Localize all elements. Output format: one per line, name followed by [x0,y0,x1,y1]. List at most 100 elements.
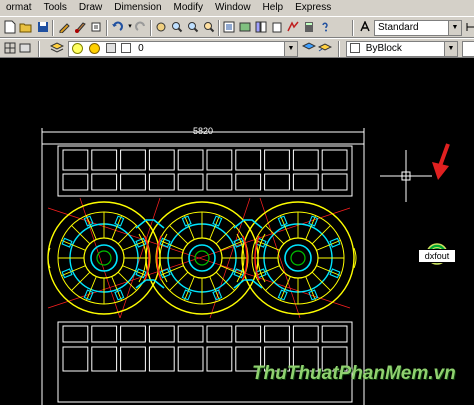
design-center-icon[interactable] [238,20,252,34]
layer-manager-icon[interactable] [50,41,64,55]
menu-tools[interactable]: Tools [38,0,73,16]
toolbar-separator [218,20,220,36]
save-icon[interactable] [36,20,50,34]
top-panel-cell [91,173,118,191]
toolbar-separator [150,20,152,36]
layer-previous-icon[interactable] [318,41,332,55]
rosette-center [194,250,210,266]
text-style-value: Standard [378,22,419,33]
help-icon[interactable] [318,20,332,34]
bottom-panel-cell [264,325,290,343]
layout-icon[interactable] [18,41,32,55]
grid-icon[interactable] [3,41,17,55]
zoom-realtime-icon[interactable] [170,20,184,34]
layers-toolbar: 0 ▼ ByBlock ▼ [0,38,474,58]
chevron-down-icon[interactable]: ▼ [284,42,297,56]
new-file-icon[interactable] [3,20,17,34]
rosette-center [290,250,306,266]
menu-express[interactable]: Express [289,0,337,16]
top-panel-cell [120,173,146,191]
bottom-panel-cell [120,346,146,372]
bottom-panel-cell [91,346,118,372]
toolbar-separator [38,41,40,57]
bottom-panel-cell [292,325,319,343]
text-style-icon [358,20,372,34]
top-panel-cell [264,149,290,171]
color-swatch [350,43,360,54]
rosette-core [284,244,312,272]
bottom-panel-cell [177,325,204,343]
dim-style-icon[interactable] [464,20,474,34]
menu-help[interactable]: Help [257,0,290,16]
bottom-panel-cell [177,346,204,372]
top-panel-cell [120,149,146,171]
top-panel-cell [206,149,233,171]
match-properties-icon[interactable] [89,20,103,34]
properties-icon[interactable] [222,20,236,34]
zoom-window-icon[interactable] [186,20,200,34]
bottom-panel-cell [321,325,348,343]
pan-icon[interactable] [154,20,168,34]
rosette-center [96,250,112,266]
markup-icon[interactable] [286,20,300,34]
toolbar-separator [338,41,340,57]
toolbar-separator [352,20,354,36]
redo-icon[interactable] [134,20,148,34]
pencil-icon[interactable] [57,20,71,34]
chevron-down-icon[interactable]: ▼ [444,42,457,56]
toolbar-separator [106,20,108,36]
top-panel-cell [235,149,262,171]
top-panel-cell [177,149,204,171]
bottom-panel-cell [206,346,233,372]
make-object-layer-current-icon[interactable] [302,41,316,55]
layer-on-icon[interactable] [72,42,83,54]
menu-modify[interactable]: Modify [168,0,209,16]
bottom-panel-cell [206,325,233,343]
menu-format[interactable]: ormat [0,0,38,16]
bottom-panel-cell [148,346,175,372]
color-control-value: ByBlock [365,43,402,54]
text-style-select[interactable]: Standard ▼ [374,20,462,36]
cad-drawing: 5820 [41,126,365,405]
rosette-core [90,244,118,272]
top-panel-cell [62,149,89,171]
layer-color-swatch[interactable] [121,43,132,54]
top-panel-cell [292,149,319,171]
open-folder-icon[interactable] [19,20,33,34]
brush-icon[interactable] [73,20,87,34]
menu-window[interactable]: Window [209,0,257,16]
layer-name: 0 [138,43,144,54]
undo-icon[interactable] [110,20,124,34]
top-panel-cell [91,149,118,171]
drawing-canvas[interactable]: 5820 dxfout [0,58,474,405]
sheet-set-icon[interactable] [270,20,284,34]
calculator-icon[interactable] [302,20,316,34]
top-panel-cell [264,173,290,191]
rosette-ring [181,237,223,279]
layer-select[interactable]: 0 ▼ [68,41,298,57]
top-panel-cell [321,173,348,191]
top-panel-cell [206,173,233,191]
rosette-core [188,244,216,272]
watermark-text: ThuThuatPhanMem.vn [252,363,456,384]
command-tooltip: dxfout [418,249,456,263]
linetype-control-select[interactable] [462,41,474,57]
top-panel-frame [57,145,353,197]
dimension-label: 5820 [193,126,213,136]
menu-dimension[interactable]: Dimension [108,0,167,16]
layer-freeze-icon[interactable] [88,42,100,54]
zoom-previous-icon[interactable] [202,20,216,34]
rosette-ring [83,237,125,279]
top-panel-cell [148,149,175,171]
bottom-panel-cell [235,325,262,343]
bottom-panel-cell [91,325,118,343]
top-panel-cell [235,173,262,191]
menu-bar: ormat Tools Draw Dimension Modify Window… [0,0,474,16]
bottom-panel-cell [62,346,89,372]
toolbar-separator [52,20,54,36]
chevron-down-icon[interactable]: ▼ [448,21,461,35]
menu-draw[interactable]: Draw [73,0,108,16]
color-control-select[interactable]: ByBlock ▼ [346,41,458,57]
layer-lock-icon[interactable] [105,43,116,54]
tool-palettes-icon[interactable] [254,20,268,34]
